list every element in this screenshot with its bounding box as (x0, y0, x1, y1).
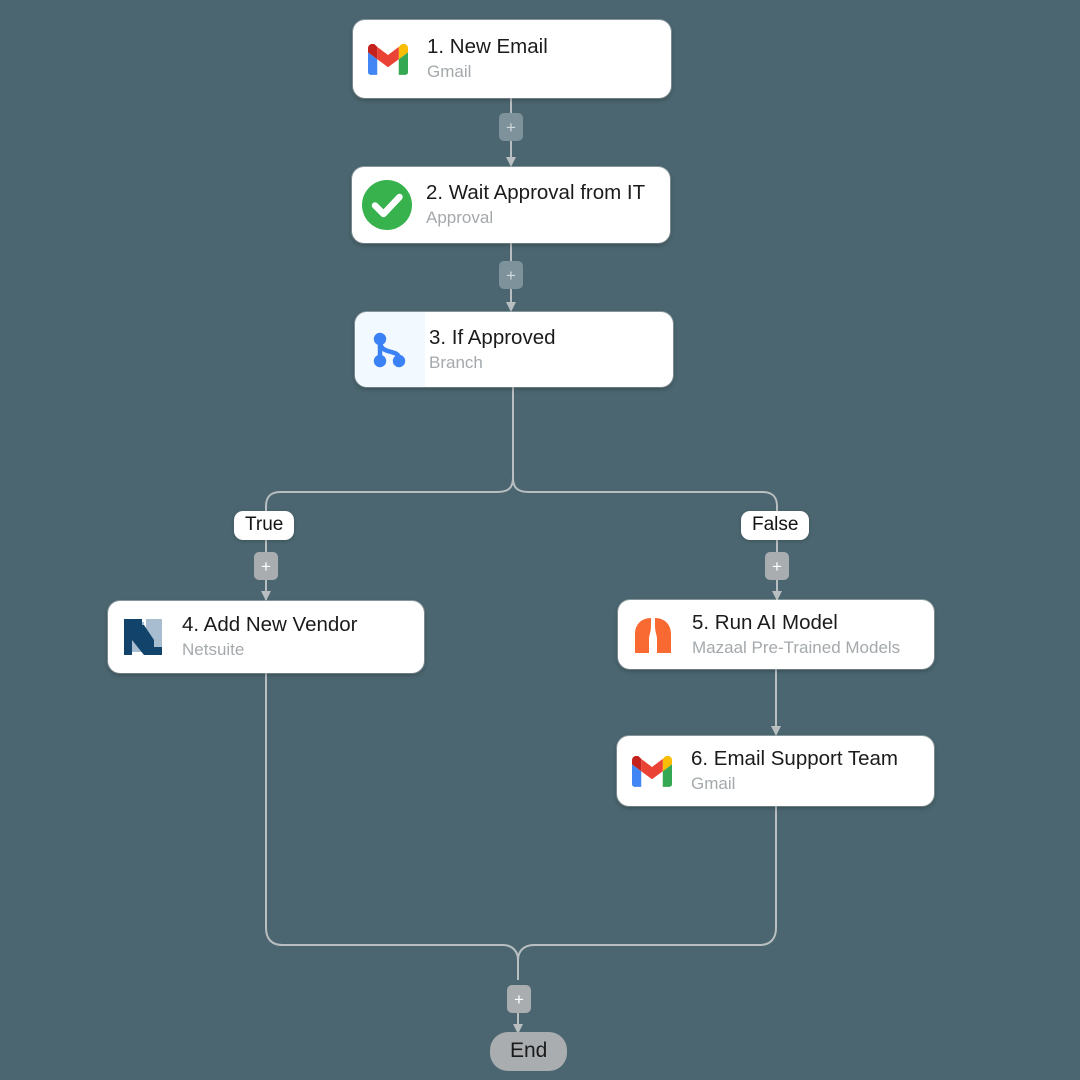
edge-6-to-merge (517, 806, 777, 980)
edge-arrow-1-to-2 (506, 157, 516, 167)
node-text-block: 6. Email Support Team Gmail (687, 736, 934, 806)
edge-branch-false (512, 477, 778, 600)
workflow-node-if-approved[interactable]: 3. If Approved Branch (355, 312, 673, 387)
netsuite-icon-container (108, 601, 178, 673)
node-subtitle: Gmail (691, 774, 736, 794)
node-text-block: 2. Wait Approval from IT Approval (422, 167, 670, 243)
connector-layer (261, 98, 782, 1034)
branch-icon (373, 332, 406, 367)
add-step-button-after-node-2[interactable]: + (499, 261, 523, 289)
approval-icon-container (352, 167, 422, 243)
edge-4-to-merge (265, 673, 519, 980)
workflow-canvas: 1. New Email Gmail 2. Wait Approval from… (0, 0, 1080, 1080)
add-step-button-true-branch[interactable]: + (254, 552, 278, 580)
node-title: 5. Run AI Model (692, 610, 838, 634)
add-step-button-after-node-1[interactable]: + (499, 113, 523, 141)
node-subtitle: Approval (426, 208, 494, 228)
node-subtitle: Gmail (427, 62, 472, 82)
add-step-button-before-end[interactable]: + (507, 985, 531, 1013)
node-title: 4. Add New Vendor (182, 613, 358, 637)
gmail-icon-container (617, 736, 687, 806)
workflow-node-email-support-team[interactable]: 6. Email Support Team Gmail (617, 736, 934, 806)
add-step-button-false-branch[interactable]: + (765, 552, 789, 580)
node-text-block: 1. New Email Gmail (423, 20, 671, 98)
branch-label-false[interactable]: False (741, 511, 810, 541)
green-check-circle-icon (362, 180, 412, 230)
node-title: 6. Email Support Team (691, 747, 899, 771)
node-text-block: 5. Run AI Model Mazaal Pre-Trained Model… (688, 600, 934, 669)
workflow-node-new-email[interactable]: 1. New Email Gmail (353, 20, 671, 98)
node-title: 2. Wait Approval from IT (426, 181, 646, 205)
gmail-icon (632, 755, 672, 787)
node-title: 3. If Approved (429, 325, 556, 349)
workflow-node-run-ai-model[interactable]: 5. Run AI Model Mazaal Pre-Trained Model… (618, 600, 934, 669)
gmail-icon-container (353, 20, 423, 98)
mazaal-icon (635, 617, 671, 653)
node-subtitle: Netsuite (182, 640, 245, 660)
node-text-block: 4. Add New Vendor Netsuite (178, 601, 424, 673)
workflow-end-node[interactable]: End (490, 1032, 568, 1072)
node-subtitle: Mazaal Pre-Trained Models (692, 637, 901, 657)
edge-arrow-2-to-3 (506, 302, 516, 312)
node-title: 1. New Email (427, 35, 548, 59)
edge-arrow-true (261, 591, 271, 601)
branch-label-true[interactable]: True (234, 511, 295, 541)
workflow-node-add-new-vendor[interactable]: 4. Add New Vendor Netsuite (108, 601, 424, 673)
mazaal-icon-container (618, 600, 688, 669)
node-subtitle: Branch (429, 352, 483, 372)
workflow-node-wait-approval[interactable]: 2. Wait Approval from IT Approval (352, 167, 670, 243)
gmail-icon (368, 43, 408, 75)
branch-icon-container (355, 312, 425, 387)
node-text-block: 3. If Approved Branch (425, 312, 673, 387)
netsuite-icon (124, 619, 162, 655)
edge-arrow-5-to-6 (771, 726, 781, 736)
edge-branch-true (265, 477, 514, 600)
